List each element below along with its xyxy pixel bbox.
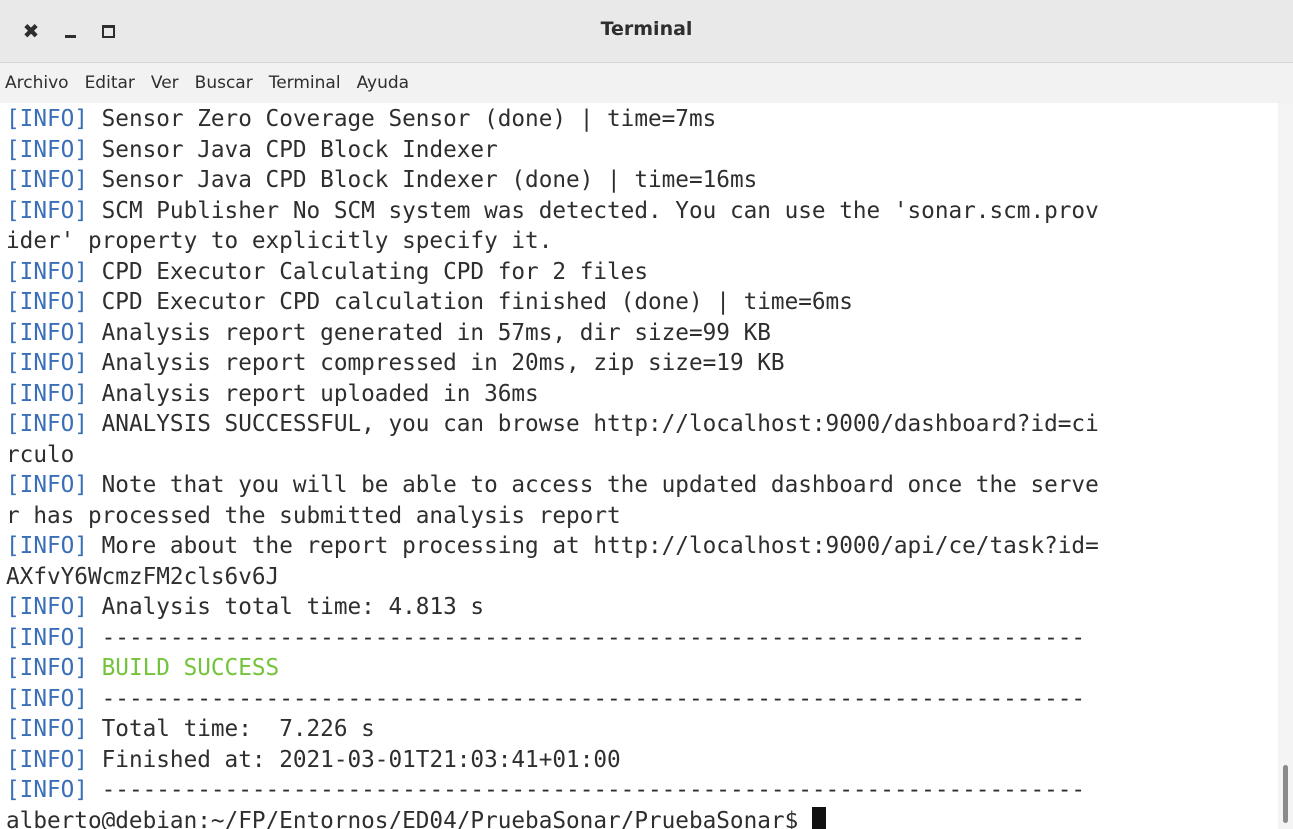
menu-terminal[interactable]: Terminal [261,73,349,93]
terminal-line: ider' property to explicitly specify it. [6,226,1099,257]
log-message: ider' property to explicitly specify it. [6,228,553,254]
title-bar: ✖ Terminal [0,0,1293,63]
terminal-line: [INFO] SCM Publisher No SCM system was d… [6,196,1099,227]
log-message: ANALYSIS SUCCESSFUL, you can browse http… [87,411,1099,437]
terminal-line: [INFO] ---------------------------------… [6,684,1099,715]
log-level-tag: [INFO] [6,350,88,376]
menu-buscar[interactable]: Buscar [187,73,261,93]
log-level-tag: [INFO] [6,319,88,346]
terminal-line: [INFO] Analysis report compressed in 20m… [6,348,1099,379]
terminal-line: [INFO] Sensor Zero Coverage Sensor (done… [6,104,1099,135]
terminal-line: [INFO] BUILD SUCCESS [6,653,1099,684]
terminal-line: [INFO] CPD Executor CPD calculation fini… [6,287,1099,318]
terminal-line: r has processed the submitted analysis r… [6,501,1099,532]
log-message: ----------------------------------------… [87,624,1086,651]
log-level-tag: [INFO] [6,258,88,285]
terminal-line: [INFO] Finished at: 2021-03-01T21:03:41+… [6,745,1099,776]
log-level-tag: [INFO] [6,289,88,315]
log-level-tag: [INFO] [6,685,88,712]
log-level-tag: [INFO] [6,716,88,742]
terminal-line: [INFO] Note that you will be able to acc… [6,470,1099,501]
log-message: Analysis total time: 4.813 s [87,594,485,620]
terminal-line: [INFO] CPD Executor Calculating CPD for … [6,257,1099,288]
terminal-text: [INFO] Sensor Zero Coverage Sensor (done… [6,104,1099,829]
log-level-tag: [INFO] [6,380,88,407]
terminal-line: [INFO] Sensor Java CPD Block Indexer (do… [6,165,1099,196]
log-message: Note that you will be able to access the… [87,472,1099,498]
log-level-tag: [INFO] [6,655,88,681]
log-level-tag: [INFO] [6,777,88,803]
log-level-tag: [INFO] [6,197,88,224]
log-message: Finished at: 2021-03-01T21:03:41+01:00 [87,746,621,773]
menu-archivo[interactable]: Archivo [0,73,77,93]
terminal-line: [INFO] More about the report processing … [6,531,1099,562]
terminal-line: AXfvY6WcmzFM2cls6v6J [6,562,1099,593]
log-message: Total time: 7.226 s [87,716,375,742]
log-level-tag: [INFO] [6,167,88,193]
terminal-line: rculo [6,440,1099,471]
terminal-line: [INFO] Analysis report uploaded in 36ms [6,379,1099,410]
build-success-text: BUILD SUCCESS [87,655,280,681]
log-message: ----------------------------------------… [87,685,1086,712]
scrollbar-thumb[interactable] [1283,765,1288,823]
log-message: Analysis report generated in 57ms, dir s… [87,319,771,346]
log-message: Analysis report compressed in 20ms, zip … [87,350,785,376]
log-message: ----------------------------------------… [87,777,1086,803]
log-level-tag: [INFO] [6,411,88,437]
log-message: Sensor Java CPD Block Indexer [87,136,498,163]
log-message: rculo [6,441,75,468]
text-cursor [811,806,826,829]
log-message: SCM Publisher No SCM system was detected… [87,197,1099,224]
log-level-tag: [INFO] [6,746,88,773]
log-message: CPD Executor Calculating CPD for 2 files [87,258,648,285]
log-level-tag: [INFO] [6,533,88,559]
log-level-tag: [INFO] [6,624,88,651]
menu-ayuda[interactable]: Ayuda [349,73,418,93]
log-message: CPD Executor CPD calculation finished (d… [87,289,853,315]
menu-bar: Archivo Editar Ver Buscar Terminal Ayuda [0,63,1293,103]
terminal-output[interactable]: [INFO] Sensor Zero Coverage Sensor (done… [0,103,1278,829]
log-message: Sensor Zero Coverage Sensor (done) | tim… [87,106,717,132]
log-level-tag: [INFO] [6,106,88,132]
terminal-line: [INFO] Sensor Java CPD Block Indexer [6,135,1099,166]
log-message: Analysis report uploaded in 36ms [87,380,539,407]
log-message: More about the report processing at http… [87,533,1099,559]
log-level-tag: [INFO] [6,594,88,620]
menu-editar[interactable]: Editar [77,73,143,93]
log-message: Sensor Java CPD Block Indexer (done) | t… [87,167,758,193]
window-title: Terminal [600,18,693,40]
log-level-tag: [INFO] [6,136,88,163]
menu-ver[interactable]: Ver [143,73,187,93]
prompt-line[interactable]: alberto@debian:~/FP/Entornos/ED04/Prueba… [6,806,1099,829]
terminal-line: [INFO] ---------------------------------… [6,623,1099,654]
terminal-line: [INFO] Analysis total time: 4.813 s [6,592,1099,623]
shell-prompt: alberto@debian:~/FP/Entornos/ED04/Prueba… [6,807,812,829]
terminal-line: [INFO] Analysis report generated in 57ms… [6,318,1099,349]
log-message: r has processed the submitted analysis r… [6,502,621,529]
terminal-line: [INFO] Total time: 7.226 s [6,714,1099,745]
log-message: AXfvY6WcmzFM2cls6v6J [6,563,280,590]
terminal-line: [INFO] ANALYSIS SUCCESSFUL, you can brow… [6,409,1099,440]
scrollbar[interactable] [1278,103,1293,829]
log-level-tag: [INFO] [6,472,88,498]
terminal-line: [INFO] ---------------------------------… [6,775,1099,806]
